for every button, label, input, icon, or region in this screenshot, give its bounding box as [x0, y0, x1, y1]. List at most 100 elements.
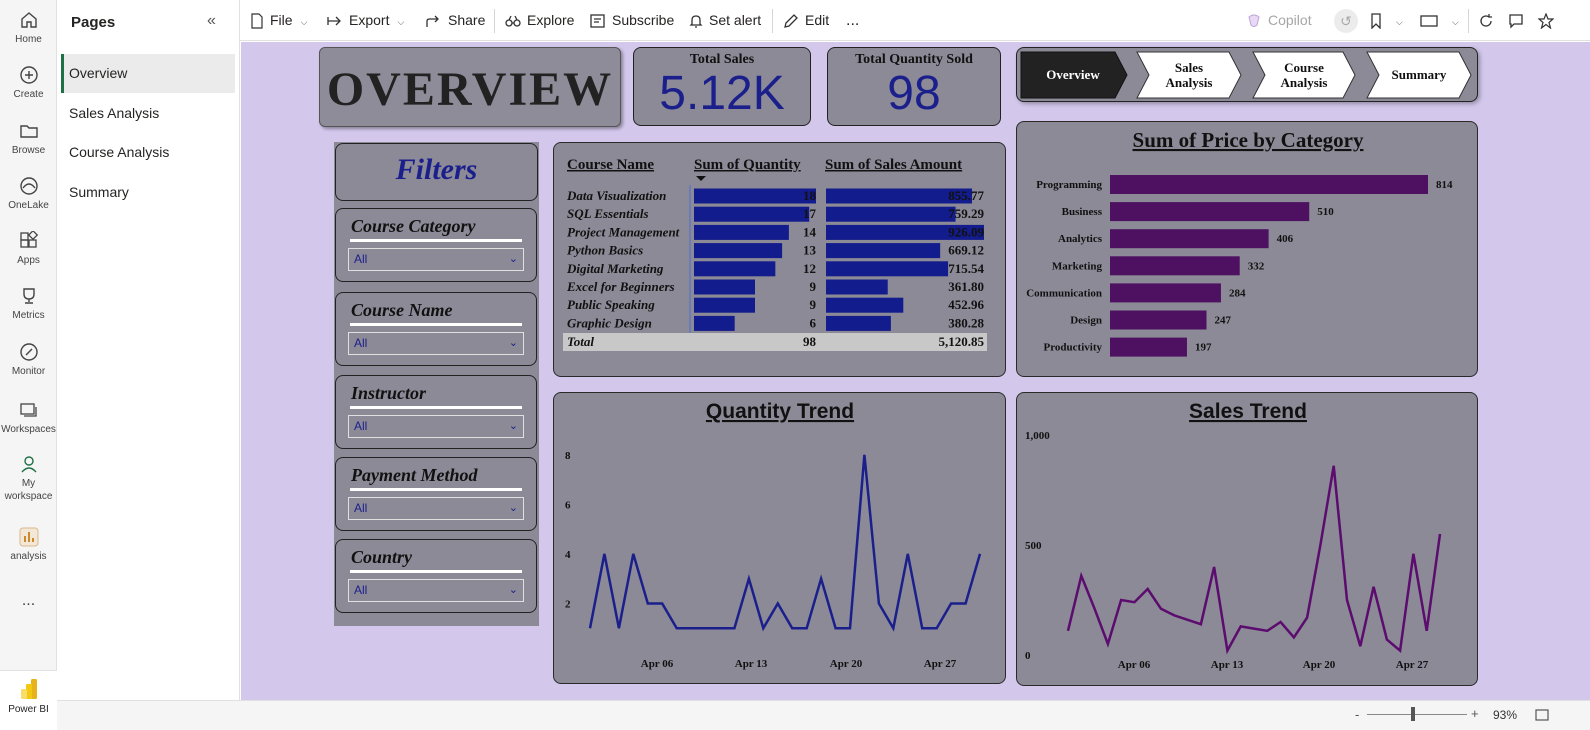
more-options-button[interactable]: ... — [846, 0, 859, 41]
slicer-dropdown[interactable]: All ⌄ — [348, 497, 524, 520]
table-cell-course[interactable]: SQL Essentials — [567, 206, 649, 221]
refresh-button[interactable] — [1478, 0, 1500, 41]
rail-browse[interactable]: Browse — [0, 121, 57, 157]
chevron-down-icon: ⌄ — [508, 584, 518, 596]
bar[interactable] — [1110, 229, 1269, 249]
zoom-in-button[interactable]: + — [1471, 706, 1479, 721]
rail-create-label: Create — [13, 89, 44, 100]
explore-button[interactable]: Explore — [505, 0, 574, 41]
slicer-dropdown[interactable]: All ⌄ — [348, 332, 524, 355]
rail-analysis[interactable]: analysis — [0, 527, 57, 563]
table-cell-course[interactable]: Public Speaking — [567, 297, 655, 312]
quantity-line[interactable] — [588, 454, 982, 632]
column-header-course-name[interactable]: Course Name — [567, 157, 654, 173]
file-menu[interactable]: File ⌵ — [250, 0, 307, 41]
slicer-instructor: Instructor All ⌄ — [335, 375, 537, 449]
page-item-sales-analysis[interactable]: Sales Analysis — [61, 94, 235, 133]
rail-more-button[interactable]: ... — [0, 592, 57, 610]
view-menu[interactable]: ⌵ — [1420, 0, 1459, 41]
column-header-sum-sales[interactable]: Sum of Sales Amount — [825, 157, 962, 173]
table-cell-quantity[interactable]: 9 — [810, 297, 817, 312]
table-cell-quantity[interactable]: 12 — [803, 261, 816, 276]
category-label: Communication — [1026, 287, 1102, 299]
comment-button[interactable] — [1508, 0, 1530, 41]
bar[interactable] — [1110, 310, 1207, 330]
rail-monitor[interactable]: Monitor — [0, 342, 57, 378]
table-cell-quantity[interactable]: 13 — [803, 243, 817, 258]
zoom-slider-thumb[interactable] — [1411, 707, 1415, 721]
rail-my-workspace[interactable]: My workspace — [0, 454, 57, 503]
bookmark-menu[interactable]: ⌵ — [1370, 0, 1403, 41]
rail-home[interactable]: Home — [0, 10, 57, 46]
page-item-overview[interactable]: Overview — [61, 54, 235, 93]
total-label: Total — [567, 334, 594, 349]
sort-desc-icon[interactable] — [696, 176, 706, 181]
category-label: Productivity — [1044, 342, 1103, 354]
bar[interactable] — [1110, 283, 1221, 303]
total-quantity: 98 — [803, 334, 817, 349]
zoom-out-button[interactable]: - — [1355, 707, 1359, 722]
category-label: Marketing — [1052, 260, 1103, 272]
table-cell-course[interactable]: Data Visualization — [566, 188, 666, 203]
table-cell-course[interactable]: Excel for Beginners — [566, 279, 675, 294]
reset-button[interactable]: ↺ — [1334, 0, 1358, 41]
share-button[interactable]: Share — [426, 0, 485, 41]
export-menu[interactable]: Export ⌵ — [327, 0, 404, 41]
table-cell-sales[interactable]: 380.28 — [948, 315, 984, 330]
data-label: 510 — [1317, 206, 1334, 218]
rail-metrics[interactable]: Metrics — [0, 286, 57, 322]
table-cell-quantity[interactable]: 14 — [803, 224, 817, 239]
bar[interactable] — [1110, 202, 1310, 222]
table-cell-sales[interactable]: 669.12 — [948, 243, 984, 258]
page-item-summary[interactable]: Summary — [61, 173, 235, 212]
subscribe-button[interactable]: Subscribe — [590, 0, 674, 41]
fit-to-page-icon[interactable] — [1535, 709, 1549, 721]
rail-apps-label: Apps — [17, 255, 40, 266]
sales-line[interactable] — [1066, 465, 1442, 655]
table-cell-sales[interactable]: 759.29 — [948, 206, 984, 221]
slicer-dropdown[interactable]: All ⌄ — [348, 579, 524, 602]
collapse-pages-button[interactable]: « — [207, 12, 216, 30]
copilot-button[interactable]: Copilot — [1246, 0, 1312, 41]
bar[interactable] — [1110, 337, 1187, 357]
table-cell-course[interactable]: Digital Marketing — [566, 261, 664, 276]
table-cell-quantity[interactable]: 6 — [810, 315, 817, 330]
rail-apps[interactable]: Apps — [0, 231, 57, 267]
sales-databar — [826, 243, 941, 259]
slicer-dropdown[interactable]: All ⌄ — [348, 248, 524, 271]
table-cell-sales[interactable]: 715.54 — [948, 261, 984, 276]
zoom-level[interactable]: 93% — [1493, 708, 1517, 722]
column-header-sum-quantity[interactable]: Sum of Quantity — [694, 157, 801, 173]
table-cell-quantity[interactable]: 17 — [803, 206, 817, 221]
table-cell-sales[interactable]: 361.80 — [948, 279, 984, 294]
table-cell-sales[interactable]: 926.09 — [948, 224, 984, 239]
y-tick-label: 6 — [565, 499, 571, 511]
rail-powerbi[interactable]: Power BI — [0, 670, 57, 730]
rail-create[interactable]: Create — [0, 65, 57, 101]
table-cell-course[interactable]: Project Management — [567, 224, 680, 239]
table-cell-sales[interactable]: 855.77 — [948, 188, 984, 203]
page-item-course-analysis[interactable]: Course Analysis — [61, 133, 235, 172]
table-cell-course[interactable]: Python Basics — [567, 243, 643, 258]
table-cell-course[interactable]: Graphic Design — [567, 315, 652, 330]
bar[interactable] — [1110, 256, 1240, 276]
table-cell-quantity[interactable]: 9 — [810, 279, 817, 294]
slicer-course-category: Course Category All ⌄ — [335, 208, 537, 282]
bookmark-icon — [1371, 13, 1381, 30]
rail-workspaces[interactable]: Workspaces — [0, 400, 57, 436]
zoom-slider-track[interactable] — [1367, 714, 1467, 715]
favorite-button[interactable] — [1537, 0, 1560, 41]
axes: 0 500 1,000 Apr 06 Apr 13 Apr 20 Apr 27 — [1025, 430, 1429, 671]
quantity-databar — [694, 297, 755, 313]
kpi-total-quantity: Total Quantity Sold 98 — [827, 47, 1001, 126]
table-cell-quantity[interactable]: 18 — [803, 188, 817, 203]
rail-metrics-label: Metrics — [12, 310, 45, 321]
table-cell-sales[interactable]: 452.96 — [948, 297, 984, 312]
bar[interactable] — [1110, 175, 1428, 194]
rail-onelake[interactable]: OneLake — [0, 176, 57, 212]
edit-button[interactable]: Edit — [783, 0, 829, 41]
slicer-dropdown[interactable]: All ⌄ — [348, 415, 524, 438]
slicer-country: Country All ⌄ — [335, 539, 537, 613]
table-total-row — [563, 333, 987, 351]
set-alert-button[interactable]: Set alert — [689, 0, 761, 41]
